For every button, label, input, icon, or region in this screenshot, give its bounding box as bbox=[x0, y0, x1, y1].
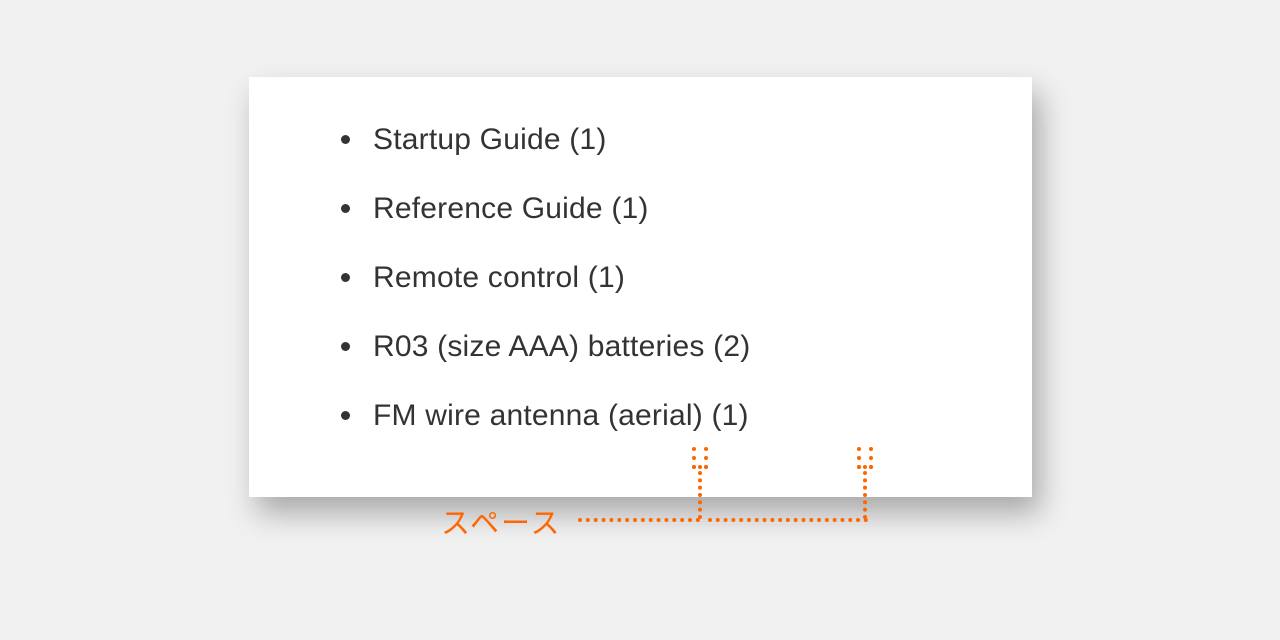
list-item: Reference Guide (1) bbox=[331, 186, 1032, 231]
list-item: Remote control (1) bbox=[331, 255, 1032, 300]
connector-line bbox=[578, 518, 700, 522]
space-marker-icon bbox=[857, 447, 873, 469]
list-item: R03 (size AAA) batteries (2) bbox=[331, 324, 1032, 369]
list-item: Startup Guide (1) bbox=[331, 117, 1032, 162]
connector-line bbox=[708, 518, 868, 522]
space-marker-icon bbox=[692, 447, 708, 469]
connector-line bbox=[698, 471, 702, 519]
connector-line bbox=[863, 471, 867, 519]
list-item: FM wire antenna (aerial) (1) bbox=[331, 393, 1032, 438]
document-card: Startup Guide (1) Reference Guide (1) Re… bbox=[249, 77, 1032, 497]
package-contents-list: Startup Guide (1) Reference Guide (1) Re… bbox=[331, 117, 1032, 438]
annotation-label: スペース bbox=[441, 500, 562, 542]
